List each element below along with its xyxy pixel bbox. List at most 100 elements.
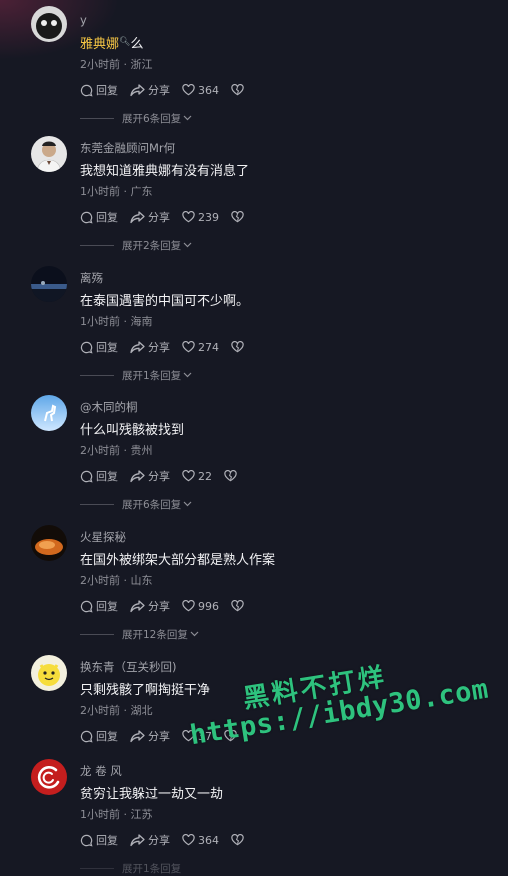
reply-button[interactable]: 回复 [80, 339, 118, 355]
like-button[interactable]: 364 [182, 84, 219, 97]
comment-username[interactable]: 龙 卷 风 [80, 763, 122, 779]
expand-replies-label: 展开6条回复 [122, 112, 182, 125]
dislike-button[interactable] [231, 84, 247, 96]
comment-username[interactable]: 离殇 [80, 270, 103, 286]
expand-replies-label: 展开12条回复 [122, 628, 188, 641]
search-highlight-link[interactable]: 雅典娜 [80, 37, 119, 52]
comment-actions: 回复 分享 996 [80, 598, 259, 614]
reply-icon [80, 470, 93, 483]
heart-icon [182, 600, 195, 612]
dislike-button[interactable] [231, 600, 247, 612]
chevron-down-icon [183, 372, 192, 378]
reply-button[interactable]: 回复 [80, 209, 118, 225]
heart-icon [182, 341, 195, 353]
reply-button[interactable]: 回复 [80, 728, 118, 744]
comment-actions: 回复 分享 239 [80, 209, 259, 225]
avatar[interactable] [31, 759, 67, 795]
heart-icon [182, 470, 195, 482]
expand-replies-button[interactable]: 展开1条回复 [80, 368, 192, 382]
like-count: 274 [198, 340, 219, 354]
heart-icon [182, 834, 195, 846]
share-icon [130, 729, 145, 742]
share-icon [130, 833, 145, 846]
share-button[interactable]: 分享 [130, 832, 170, 848]
divider-line [80, 244, 114, 246]
comment-meta: 2小时前 · 山东 [80, 574, 153, 587]
reply-button[interactable]: 回复 [80, 598, 118, 614]
share-label: 分享 [148, 84, 170, 97]
dislike-button[interactable] [231, 211, 247, 223]
comment-meta: 2小时前 · 贵州 [80, 444, 153, 457]
reply-icon [80, 341, 93, 354]
avatar[interactable] [31, 136, 67, 172]
comment-meta: 2小时前 · 湖北 [80, 704, 153, 717]
share-button[interactable]: 分享 [130, 209, 170, 225]
chevron-down-icon [190, 631, 199, 637]
comment-actions: 回复 分享 364 [80, 82, 259, 98]
share-icon [130, 599, 145, 612]
divider-line [80, 867, 114, 869]
comment-meta: 1小时前 · 广东 [80, 185, 153, 198]
heart-icon [182, 211, 195, 223]
avatar[interactable] [31, 266, 67, 302]
avatar[interactable] [31, 655, 67, 691]
avatar[interactable] [31, 525, 67, 561]
like-button[interactable]: 274 [182, 341, 219, 354]
avatar[interactable] [31, 6, 67, 42]
like-button[interactable]: 996 [182, 600, 219, 613]
broken-heart-icon [231, 341, 244, 353]
reply-label: 回复 [96, 470, 118, 483]
share-icon [130, 469, 145, 482]
comment-username[interactable]: 换东青（互关秒回) [80, 659, 177, 675]
expand-replies-label: 展开1条回复 [122, 862, 182, 875]
reply-label: 回复 [96, 341, 118, 354]
comment-text: 什么叫残骸被找到 [80, 423, 185, 438]
share-button[interactable]: 分享 [130, 598, 170, 614]
broken-heart-icon [224, 470, 237, 482]
divider-line [80, 117, 114, 119]
expand-replies-button[interactable]: 展开2条回复 [80, 238, 192, 252]
share-label: 分享 [148, 341, 170, 354]
share-icon [130, 210, 145, 223]
chevron-down-icon [183, 242, 192, 248]
share-icon [130, 83, 145, 96]
expand-replies-button[interactable]: 展开1条回复 [80, 861, 181, 875]
share-icon [130, 340, 145, 353]
comment-username[interactable]: 东莞金融顾问Mr何 [80, 140, 175, 156]
expand-replies-button[interactable]: 展开6条回复 [80, 497, 192, 511]
comment-actions: 回复 分享 274 [80, 339, 259, 355]
broken-heart-icon [231, 211, 244, 223]
dislike-button[interactable] [231, 341, 247, 353]
like-button[interactable]: 239 [182, 211, 219, 224]
like-count: 364 [198, 833, 219, 847]
reply-button[interactable]: 回复 [80, 468, 118, 484]
reply-label: 回复 [96, 84, 118, 97]
divider-line [80, 633, 114, 635]
comment-username[interactable]: y [80, 13, 87, 27]
reply-icon [80, 211, 93, 224]
share-button[interactable]: 分享 [130, 728, 170, 744]
reply-icon [80, 600, 93, 613]
comment-text: 在国外被绑架大部分都是熟人作案 [80, 553, 276, 568]
dislike-button[interactable] [224, 470, 240, 482]
expand-replies-button[interactable]: 展开6条回复 [80, 111, 192, 125]
comment-username[interactable]: @木同的桐 [80, 399, 138, 415]
share-button[interactable]: 分享 [130, 468, 170, 484]
comment-username[interactable]: 火星探秘 [80, 529, 126, 545]
avatar[interactable] [31, 395, 67, 431]
like-button[interactable]: 364 [182, 834, 219, 847]
comment-actions: 回复 分享 22 [80, 468, 252, 484]
broken-heart-icon [231, 84, 244, 96]
reply-label: 回复 [96, 211, 118, 224]
reply-button[interactable]: 回复 [80, 82, 118, 98]
broken-heart-icon [231, 834, 244, 846]
share-button[interactable]: 分享 [130, 339, 170, 355]
reply-icon [80, 834, 93, 847]
share-button[interactable]: 分享 [130, 82, 170, 98]
expand-replies-button[interactable]: 展开12条回复 [80, 627, 199, 641]
reply-button[interactable]: 回复 [80, 832, 118, 848]
like-button[interactable]: 22 [182, 470, 212, 483]
dislike-button[interactable] [231, 834, 247, 846]
like-count: 239 [198, 210, 219, 224]
chevron-down-icon [183, 501, 192, 507]
